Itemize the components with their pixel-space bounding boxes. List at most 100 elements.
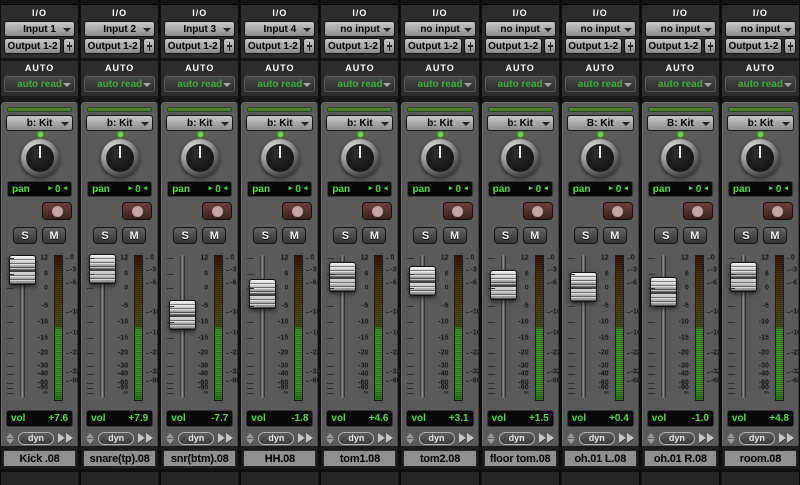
automation-mode-selector[interactable]: auto read [164, 76, 236, 92]
automation-safe-icon[interactable] [138, 433, 154, 443]
solo-button[interactable]: S [333, 227, 358, 244]
record-arm-button[interactable] [602, 202, 633, 220]
input-selector[interactable]: no input [564, 21, 636, 37]
pan-knob[interactable] [581, 139, 620, 177]
group-selector[interactable]: b: Kit [726, 115, 794, 131]
record-arm-button[interactable] [522, 202, 553, 220]
nudge-arrows-icon[interactable] [86, 432, 95, 444]
group-selector[interactable]: b: Kit [166, 115, 234, 131]
automation-safe-icon[interactable] [58, 433, 74, 443]
volume-display[interactable]: vol +1.5 [486, 410, 554, 427]
pan-display[interactable]: pan ▸ 0 ◂ [487, 181, 553, 197]
mute-button[interactable]: M [122, 227, 147, 244]
input-selector[interactable]: no input [484, 21, 556, 37]
pan-display[interactable]: pan ▸ 0 ◂ [407, 181, 473, 197]
input-selector[interactable]: no input [724, 21, 796, 37]
pan-knob[interactable] [741, 139, 780, 177]
nudge-arrows-icon[interactable] [166, 432, 175, 444]
mute-button[interactable]: M [682, 227, 707, 244]
pan-display[interactable]: pan ▸ 0 ◂ [7, 181, 73, 197]
output-selector[interactable]: Output 1-2 [84, 38, 142, 54]
mute-button[interactable]: M [602, 227, 627, 244]
output-selector[interactable]: Output 1-2 [724, 38, 782, 54]
pan-knob[interactable] [260, 139, 299, 177]
record-arm-button[interactable] [682, 202, 713, 220]
record-arm-button[interactable] [362, 202, 393, 220]
nudge-arrows-icon[interactable] [726, 432, 735, 444]
output-selector[interactable]: Output 1-2 [644, 38, 702, 54]
volume-display[interactable]: vol +4.6 [326, 410, 394, 427]
output-window-button[interactable] [303, 38, 316, 54]
automation-mode-selector[interactable]: auto read [4, 76, 76, 92]
output-selector[interactable]: Output 1-2 [484, 38, 542, 54]
group-selector[interactable]: b: Kit [86, 115, 154, 131]
group-selector[interactable]: b: Kit [406, 115, 474, 131]
automation-safe-icon[interactable] [778, 433, 794, 443]
group-selector[interactable]: B: Kit [566, 115, 634, 131]
output-window-button[interactable] [463, 38, 476, 54]
group-selector[interactable]: B: Kit [646, 115, 714, 131]
dyn-button[interactable]: dyn [578, 431, 615, 445]
input-selector[interactable]: no input [644, 21, 716, 37]
output-window-button[interactable] [143, 38, 156, 54]
nudge-arrows-icon[interactable] [246, 432, 255, 444]
volume-display[interactable]: vol -1.8 [246, 410, 314, 427]
volume-display[interactable]: vol +7.9 [86, 410, 154, 427]
output-window-button[interactable] [223, 38, 236, 54]
fader-track[interactable] [260, 255, 266, 398]
input-selector[interactable]: Input 4 [244, 21, 316, 37]
dyn-button[interactable]: dyn [738, 431, 775, 445]
group-selector[interactable]: b: Kit [246, 115, 314, 131]
dyn-button[interactable]: dyn [418, 431, 455, 445]
automation-safe-icon[interactable] [378, 433, 394, 443]
automation-mode-selector[interactable]: auto read [564, 76, 636, 92]
mute-button[interactable]: M [442, 227, 467, 244]
pan-knob[interactable] [180, 139, 219, 177]
pan-knob[interactable] [661, 139, 700, 177]
dyn-button[interactable]: dyn [338, 431, 375, 445]
nudge-arrows-icon[interactable] [6, 432, 14, 444]
pan-knob[interactable] [20, 139, 59, 177]
dyn-button[interactable]: dyn [98, 431, 135, 445]
automation-mode-selector[interactable]: auto read [484, 76, 556, 92]
solo-button[interactable]: S [653, 227, 678, 244]
output-window-button[interactable] [63, 38, 76, 54]
automation-safe-icon[interactable] [218, 433, 234, 443]
output-selector[interactable]: Output 1-2 [164, 38, 222, 54]
output-selector[interactable]: Output 1-2 [564, 38, 622, 54]
dyn-button[interactable]: dyn [498, 431, 535, 445]
input-selector[interactable]: no input [324, 21, 396, 37]
pan-knob[interactable] [501, 139, 540, 177]
track-name[interactable]: oh.01 R.08 [643, 450, 717, 467]
nudge-arrows-icon[interactable] [326, 432, 335, 444]
solo-button[interactable]: S [253, 227, 278, 244]
track-name[interactable]: oh.01 L.08 [563, 450, 637, 467]
dyn-button[interactable]: dyn [178, 431, 215, 445]
dyn-button[interactable]: dyn [18, 431, 55, 445]
nudge-arrows-icon[interactable] [646, 432, 655, 444]
solo-button[interactable]: S [93, 227, 118, 244]
pan-display[interactable]: pan ▸ 0 ◂ [327, 181, 393, 197]
volume-display[interactable]: vol +3.1 [406, 410, 474, 427]
pan-display[interactable]: pan ▸ 0 ◂ [567, 181, 633, 197]
pan-display[interactable]: pan ▸ 0 ◂ [247, 181, 313, 197]
automation-mode-selector[interactable]: auto read [244, 76, 316, 92]
solo-button[interactable]: S [573, 227, 598, 244]
nudge-arrows-icon[interactable] [406, 432, 415, 444]
input-selector[interactable]: Input 1 [4, 21, 76, 37]
pan-display[interactable]: pan ▸ 0 ◂ [727, 181, 793, 197]
group-selector[interactable]: b: Kit [486, 115, 554, 131]
mute-button[interactable]: M [522, 227, 547, 244]
automation-safe-icon[interactable] [538, 433, 554, 443]
automation-safe-icon[interactable] [618, 433, 634, 443]
volume-display[interactable]: vol +4.8 [726, 410, 794, 427]
dyn-button[interactable]: dyn [658, 431, 695, 445]
automation-mode-selector[interactable]: auto read [724, 76, 796, 92]
output-selector[interactable]: Output 1-2 [4, 38, 62, 54]
track-name[interactable]: tom1.08 [323, 450, 397, 467]
track-name[interactable]: tom2.08 [403, 450, 477, 467]
pan-knob[interactable] [340, 139, 379, 177]
mute-button[interactable]: M [42, 227, 67, 244]
group-selector[interactable]: b: Kit [326, 115, 394, 131]
nudge-arrows-icon[interactable] [486, 432, 495, 444]
